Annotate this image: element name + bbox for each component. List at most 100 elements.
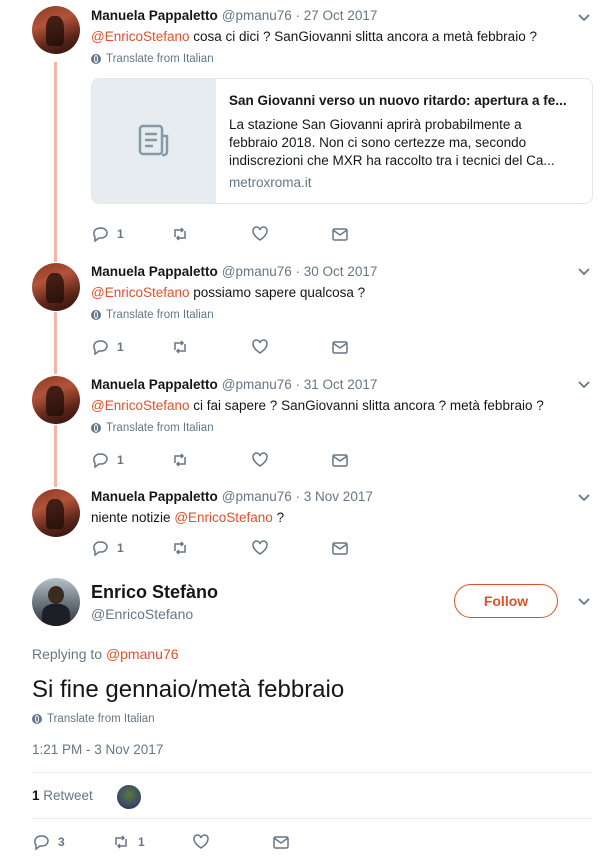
- reply-tweet-3[interactable]: Manuela Pappaletto @pmanu76 · 31 Oct 2017…: [0, 375, 612, 485]
- translate-label: Translate from Italian: [47, 713, 155, 725]
- like-button[interactable]: [251, 225, 331, 243]
- tweet-date[interactable]: · 3 Nov 2017: [296, 489, 373, 504]
- avatar[interactable]: [32, 263, 80, 311]
- retweet-button[interactable]: [171, 338, 251, 356]
- reply-button[interactable]: 1: [91, 225, 171, 243]
- follow-button[interactable]: Follow: [454, 584, 558, 618]
- retweet-button[interactable]: [171, 451, 251, 469]
- heart-icon: [193, 834, 209, 849]
- translate-link[interactable]: Translate from Italian: [32, 713, 155, 725]
- avatar[interactable]: [32, 6, 80, 54]
- author-name[interactable]: Manuela Pappaletto: [91, 264, 218, 279]
- main-tweet-actions: 3 1: [32, 833, 352, 851]
- tweet-timestamp[interactable]: 1:21 PM - 3 Nov 2017: [32, 742, 163, 757]
- like-button[interactable]: [192, 833, 272, 851]
- translate-link[interactable]: Translate from Italian: [91, 53, 214, 65]
- envelope-icon: [332, 454, 348, 467]
- translate-link[interactable]: Translate from Italian: [91, 309, 214, 321]
- reply-button[interactable]: 1: [91, 539, 171, 557]
- retweeter-avatar[interactable]: [117, 785, 141, 809]
- reply-count: 1: [117, 340, 124, 354]
- retweet-button[interactable]: [171, 539, 251, 557]
- retweet-stat-count: 1: [32, 788, 40, 803]
- tweet-header: Manuela Pappaletto @pmanu76 · 30 Oct 2017: [91, 264, 377, 279]
- retweet-icon: [174, 453, 186, 467]
- translate-link[interactable]: Translate from Italian: [91, 422, 214, 434]
- main-author-handle[interactable]: @EnricoStefano: [91, 606, 193, 622]
- reply-tweet-4[interactable]: Manuela Pappaletto @pmanu76 · 3 Nov 2017 …: [0, 488, 612, 568]
- chevron-down-icon[interactable]: [576, 490, 592, 506]
- tweet-header: Manuela Pappaletto @pmanu76 · 31 Oct 2017: [91, 377, 377, 392]
- tweet-text: @EnricoStefano cosa ci dici ? SanGiovann…: [91, 29, 537, 44]
- replying-to: Replying to @pmanu76: [32, 646, 179, 662]
- chevron-down-icon[interactable]: [576, 264, 592, 280]
- author-name[interactable]: Manuela Pappaletto: [91, 377, 218, 392]
- reply-button[interactable]: 1: [91, 451, 171, 469]
- tweet-header: Manuela Pappaletto @pmanu76 · 27 Oct 2017: [91, 8, 377, 23]
- retweet-button[interactable]: [171, 225, 251, 243]
- message-button[interactable]: [331, 451, 411, 469]
- retweet-button[interactable]: 1: [112, 833, 192, 851]
- chevron-down-icon[interactable]: [576, 594, 592, 610]
- envelope-icon: [332, 341, 348, 354]
- tweet-date[interactable]: · 30 Oct 2017: [296, 264, 378, 279]
- message-button[interactable]: [331, 539, 411, 557]
- message-button[interactable]: [331, 225, 411, 243]
- card-domain: metroxroma.it: [229, 175, 312, 190]
- author-handle[interactable]: @pmanu76: [222, 8, 292, 23]
- retweet-stats[interactable]: 1 Retweet: [32, 788, 93, 803]
- main-author-avatar[interactable]: [32, 578, 80, 626]
- author-name[interactable]: Manuela Pappaletto: [91, 8, 218, 23]
- tweet-text: @EnricoStefano ci fai sapere ? SanGiovan…: [91, 398, 544, 413]
- author-handle[interactable]: @pmanu76: [222, 377, 292, 392]
- chevron-down-icon[interactable]: [576, 10, 592, 26]
- mention-link[interactable]: @EnricoStefano: [91, 29, 190, 44]
- author-name[interactable]: Manuela Pappaletto: [91, 489, 218, 504]
- avatar[interactable]: [32, 489, 80, 537]
- author-handle[interactable]: @pmanu76: [222, 489, 292, 504]
- reply-button[interactable]: 3: [32, 833, 112, 851]
- like-button[interactable]: [251, 338, 331, 356]
- like-button[interactable]: [251, 451, 331, 469]
- reply-count: 3: [58, 835, 65, 849]
- translate-label: Translate from Italian: [106, 422, 214, 434]
- divider: [32, 818, 592, 819]
- tweet-text-body: cosa ci dici ? SanGiovanni slitta ancora…: [189, 29, 537, 44]
- avatar[interactable]: [32, 376, 80, 424]
- reply-icon: [93, 541, 108, 557]
- replying-handle-link[interactable]: @pmanu76: [106, 646, 179, 662]
- heart-icon: [252, 452, 268, 467]
- reply-tweet-1[interactable]: Manuela Pappaletto @pmanu76 · 27 Oct 2017…: [0, 0, 612, 260]
- card-thumbnail: [92, 79, 216, 203]
- translate-label: Translate from Italian: [106, 309, 214, 321]
- reply-button[interactable]: 1: [91, 338, 171, 356]
- globe-icon: [91, 310, 101, 320]
- mention-link[interactable]: @EnricoStefano: [91, 285, 190, 300]
- link-card[interactable]: San Giovanni verso un nuovo ritardo: ape…: [91, 78, 593, 204]
- tweet-actions: 1: [91, 338, 411, 356]
- translate-label: Translate from Italian: [106, 53, 214, 65]
- author-handle[interactable]: @pmanu76: [222, 264, 292, 279]
- card-description: La stazione San Giovanni aprirà probabil…: [229, 117, 555, 168]
- card-title[interactable]: San Giovanni verso un nuovo ritardo: ape…: [229, 93, 579, 108]
- tweet-date[interactable]: · 27 Oct 2017: [296, 8, 378, 23]
- reply-icon: [34, 835, 49, 851]
- chevron-down-icon[interactable]: [576, 377, 592, 393]
- tweet-date[interactable]: · 31 Oct 2017: [296, 377, 378, 392]
- tweet-text: niente notizie @EnricoStefano ?: [91, 510, 284, 525]
- message-button[interactable]: [272, 833, 352, 851]
- mention-link[interactable]: @EnricoStefano: [174, 510, 273, 525]
- main-tweet-text: Si fine gennaio/metà febbraio: [32, 676, 345, 703]
- main-author-name[interactable]: Enrico Stefàno: [91, 582, 218, 603]
- like-button[interactable]: [251, 539, 331, 557]
- heart-icon: [252, 339, 268, 354]
- message-button[interactable]: [331, 338, 411, 356]
- tweet-actions: 1: [91, 451, 411, 469]
- tweet-text-body: possiamo sapere qualcosa ?: [189, 285, 366, 300]
- envelope-icon: [332, 542, 348, 555]
- reply-tweet-2[interactable]: Manuela Pappaletto @pmanu76 · 30 Oct 2017…: [0, 262, 612, 372]
- reply-count: 1: [117, 453, 124, 467]
- retweet-count: 1: [138, 835, 145, 849]
- envelope-icon: [273, 836, 289, 849]
- mention-link[interactable]: @EnricoStefano: [91, 398, 190, 413]
